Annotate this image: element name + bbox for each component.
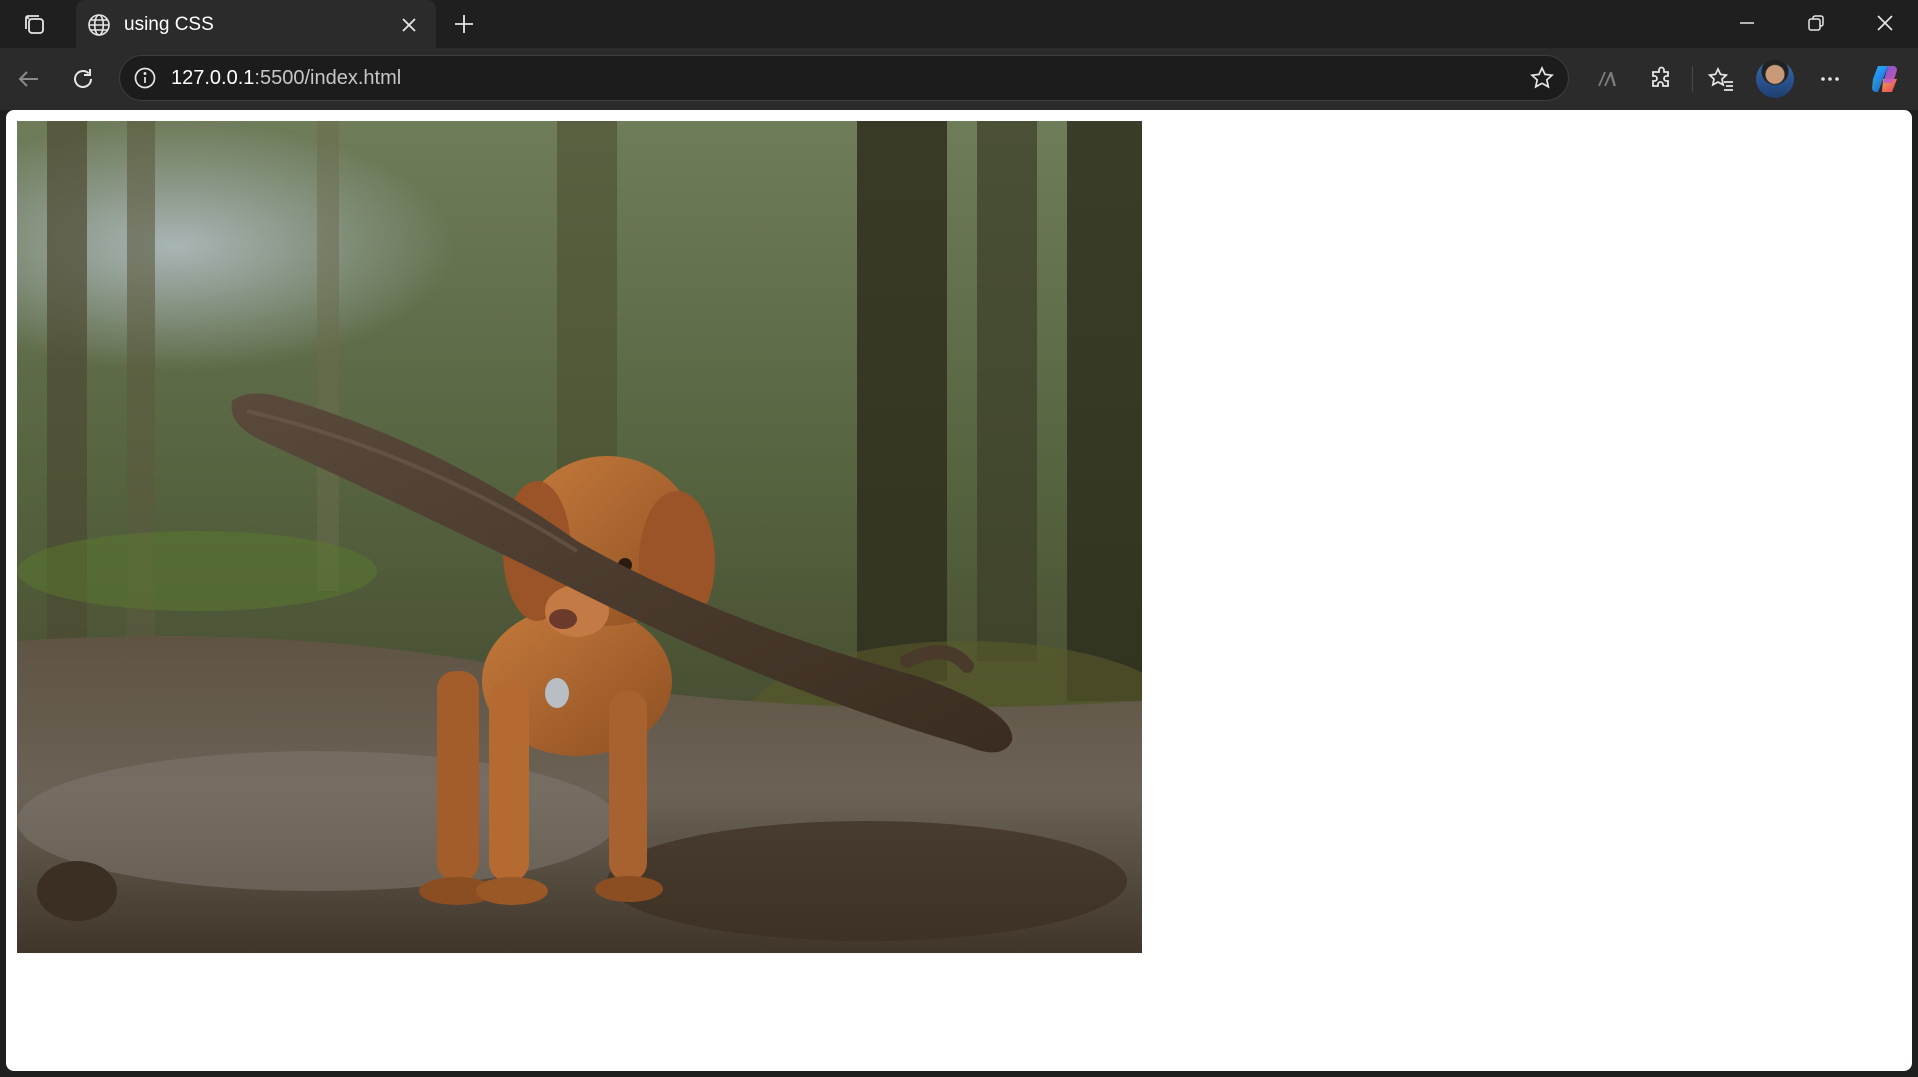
more-options-icon[interactable] (1809, 58, 1851, 100)
url-host: 127.0.0.1 (171, 67, 255, 89)
toolbar-divider (1692, 66, 1693, 92)
globe-icon (86, 12, 112, 38)
close-window-button[interactable] (1852, 0, 1918, 46)
read-aloud-icon[interactable] (1586, 58, 1628, 100)
new-tab-button[interactable] (446, 6, 482, 42)
url-text[interactable]: 127.0.0.1:5500/index.html (171, 67, 401, 90)
favorites-icon[interactable] (1700, 58, 1742, 100)
active-tab[interactable]: using CSS (76, 0, 436, 49)
profile-avatar[interactable] (1756, 60, 1794, 98)
refresh-button[interactable] (62, 58, 104, 100)
url-path: :5500/index.html (254, 67, 402, 89)
copilot-icon[interactable] (1864, 58, 1906, 100)
back-button[interactable] (8, 58, 50, 100)
address-bar[interactable]: 127.0.0.1:5500/index.html (119, 55, 1569, 101)
site-info-icon[interactable] (132, 65, 158, 91)
navigation-toolbar: 127.0.0.1:5500/index.html (0, 48, 1918, 110)
tab-title: using CSS (124, 13, 214, 35)
restore-button[interactable] (1783, 0, 1849, 46)
workspaces-icon[interactable] (16, 8, 52, 40)
favorite-star-icon[interactable] (1528, 64, 1556, 92)
page-viewport (6, 110, 1912, 1071)
tab-strip: using CSS (0, 0, 1918, 49)
close-tab-icon[interactable] (396, 12, 422, 38)
minimize-button[interactable] (1714, 0, 1780, 46)
extensions-icon[interactable] (1640, 58, 1682, 100)
dog-photo (17, 121, 1142, 953)
